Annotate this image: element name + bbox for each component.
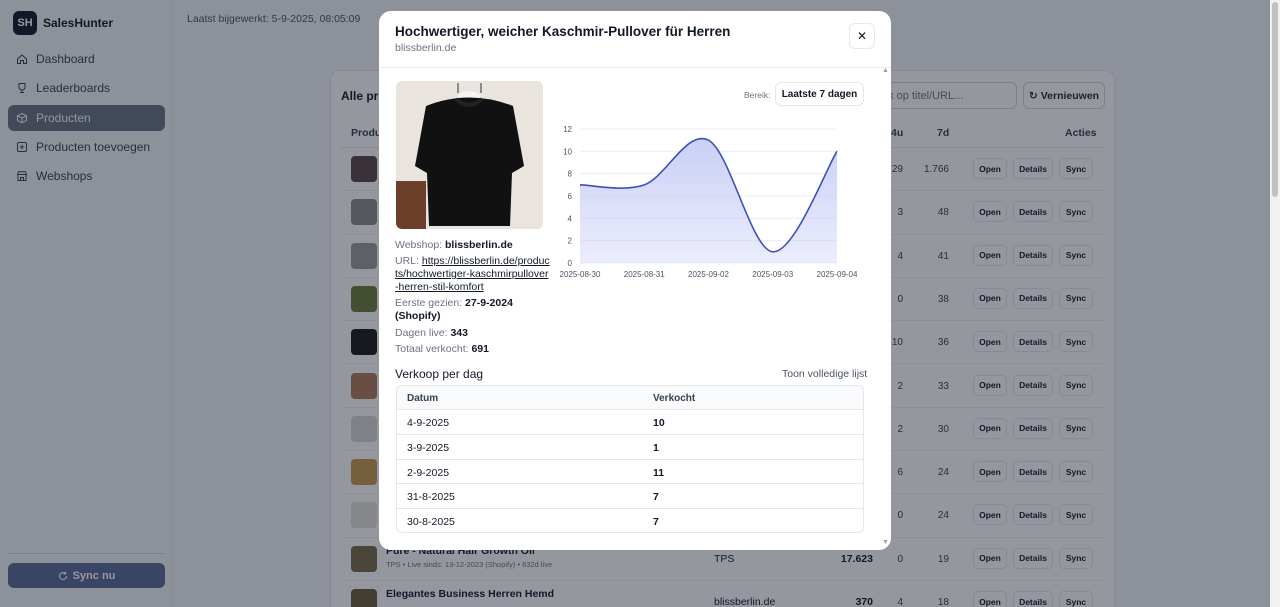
days-live-value: 343 <box>450 327 468 339</box>
sales-table-row: 31-8-2025 7 <box>397 484 863 510</box>
sales-date: 31-8-2025 <box>407 491 455 504</box>
x-tick-label: 2025-09-03 <box>752 270 793 279</box>
col-header-date: Datum <box>407 393 439 404</box>
y-tick-label: 2 <box>568 237 573 246</box>
sales-table-body: 4-9-2025 10 3-9-2025 1 2-9-2025 11 31-8-2025 7 3… <box>397 410 863 532</box>
webshop-info: Webshop: blissberlin.de <box>395 239 550 252</box>
y-tick-label: 0 <box>568 259 573 268</box>
y-tick-label: 10 <box>563 147 572 156</box>
series-area <box>580 138 837 263</box>
range-select[interactable]: Laatste 7 dagen <box>775 82 864 106</box>
close-icon: ✕ <box>856 29 868 43</box>
first-seen-info: Eerste gezien: 27-9-2024 (Shopify) <box>395 297 550 323</box>
modal-title: Hochwertiger, weicher Kaschmir-Pullover … <box>395 24 731 39</box>
modal-subtitle: blissberlin.de <box>395 42 457 54</box>
sales-count: 11 <box>653 466 665 479</box>
scroll-down-icon[interactable]: ▼ <box>882 539 889 546</box>
sales-count: 7 <box>653 491 659 504</box>
y-tick-label: 12 <box>563 125 572 134</box>
col-header-sold: Verkocht <box>653 393 696 404</box>
x-tick-label: 2025-08-31 <box>624 270 665 279</box>
product-image <box>396 81 543 229</box>
sales-table-header: Datum Verkocht <box>397 386 863 410</box>
product-url-link[interactable]: https://blissberlin.de/products/hochwert… <box>395 255 550 293</box>
total-sold-info: Totaal verkocht: 691 <box>395 343 550 356</box>
sales-date: 3-9-2025 <box>407 441 450 454</box>
sales-date: 2-9-2025 <box>407 466 450 479</box>
total-sold-label: Totaal verkocht: <box>395 343 469 355</box>
url-label: URL: <box>395 255 419 267</box>
close-button[interactable]: ✕ <box>849 23 875 49</box>
sales-count: 7 <box>653 516 659 529</box>
sales-per-day-title: Verkoop per dag <box>395 367 484 381</box>
x-tick-label: 2025-09-02 <box>688 270 729 279</box>
scroll-up-icon[interactable]: ▲ <box>882 67 889 74</box>
first-seen-label: Eerste gezien: <box>395 297 463 309</box>
sales-table: Datum Verkocht 4-9-2025 10 3-9-2025 1 2-9-20… <box>396 385 864 533</box>
sales-table-row: 3-9-2025 1 <box>397 435 863 460</box>
x-tick-label: 2025-09-04 <box>817 270 858 279</box>
x-tick-label: 2025-08-30 <box>560 270 601 279</box>
sales-table-row: 30-8-2025 7 <box>397 509 863 532</box>
range-label: Bereik: <box>744 90 771 100</box>
y-tick-label: 6 <box>568 192 573 201</box>
webshop-value: blissberlin.de <box>445 239 513 251</box>
url-info: URL: https://blissberlin.de/products/hoc… <box>395 255 550 294</box>
sweater-illustration <box>396 81 543 229</box>
days-live-label: Dagen live: <box>395 327 448 339</box>
days-live-info: Dagen live: 343 <box>395 327 550 340</box>
sales-date: 30-8-2025 <box>407 516 455 529</box>
sales-table-row: 4-9-2025 10 <box>397 410 863 435</box>
webshop-label: Webshop: <box>395 239 443 251</box>
show-full-list-link[interactable]: Toon volledige lijst <box>782 368 867 380</box>
sales-date: 4-9-2025 <box>407 417 450 429</box>
y-tick-label: 8 <box>568 170 573 179</box>
page-scrollbar-thumb[interactable] <box>1272 2 1278 197</box>
product-detail-modal: Hochwertiger, weicher Kaschmir-Pullover … <box>379 11 891 550</box>
sales-count: 1 <box>653 441 659 454</box>
page-scrollbar[interactable] <box>1270 0 1280 607</box>
total-sold-value: 691 <box>471 343 489 355</box>
sales-count: 10 <box>653 417 665 429</box>
y-tick-label: 4 <box>568 214 573 223</box>
sales-table-row: 2-9-2025 11 <box>397 460 863 485</box>
sales-chart: 0 2 4 6 8 10 12 2025-08-30 2025-08-31 2025-09-02 2… <box>560 125 858 279</box>
modal-header-divider <box>379 67 891 68</box>
